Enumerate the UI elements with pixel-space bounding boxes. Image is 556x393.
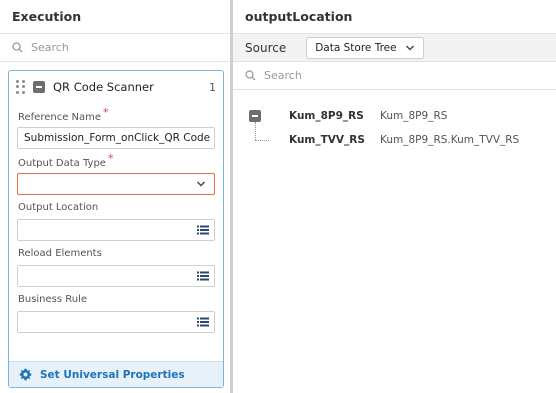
collapse-icon[interactable] [249, 110, 261, 122]
search-placeholder: Search [264, 69, 302, 82]
reference-name-input[interactable]: Submission_Form_onClick_QR Code [17, 127, 215, 149]
search-placeholder: Search [31, 41, 69, 54]
required-marker: * [103, 106, 109, 119]
reload-elements-label: Reload Elements [18, 248, 102, 259]
output-location-panel: outputLocation Source Data Store Tree Se… [233, 0, 556, 393]
execution-search[interactable]: Search [0, 34, 230, 62]
panel-title: outputLocation [233, 0, 556, 34]
tree-node[interactable]: Kum_TVV_RS Kum_8P9_RS.Kum_TVV_RS [233, 128, 556, 152]
business-rule-input[interactable] [17, 311, 215, 333]
required-marker: * [107, 152, 114, 165]
search-icon [12, 42, 23, 53]
set-universal-properties-button[interactable]: Set Universal Properties [9, 361, 223, 387]
tree-search[interactable]: Search [233, 62, 556, 90]
collapse-icon[interactable] [33, 81, 45, 93]
chevron-down-icon [405, 45, 414, 50]
reference-name-label: Reference Name * [18, 106, 109, 123]
drag-handle-icon[interactable] [16, 80, 26, 94]
tree-node-path: Kum_8P9_RS [380, 110, 448, 122]
output-location-input[interactable] [17, 219, 215, 241]
source-label: Source [245, 40, 287, 55]
list-icon [197, 317, 209, 327]
tree-node[interactable]: Kum_8P9_RS Kum_8P9_RS [233, 104, 556, 128]
list-icon [197, 271, 209, 281]
source-select[interactable]: Data Store Tree [306, 36, 424, 59]
output-location-label: Output Location [18, 202, 99, 213]
execution-panel: Execution Search QR Code Scanner 1 Refer… [0, 0, 230, 393]
card-header: QR Code Scanner 1 [9, 71, 223, 103]
output-data-type-select[interactable] [17, 173, 215, 195]
tree-node-name[interactable]: Kum_8P9_RS [289, 110, 364, 122]
tree-node-path: Kum_8P9_RS.Kum_TVV_RS [380, 134, 520, 146]
footer-label: Set Universal Properties [40, 368, 185, 381]
reload-elements-picker-button[interactable] [192, 266, 214, 286]
output-data-type-label: Output Data Type * [18, 152, 114, 169]
business-rule-label: Business Rule [18, 294, 88, 305]
reload-elements-input[interactable] [17, 265, 215, 287]
chevron-down-icon [197, 181, 205, 187]
data-store-tree: Kum_8P9_RS Kum_8P9_RS Kum_TVV_RS Kum_8P9… [233, 104, 556, 152]
search-icon [245, 70, 256, 81]
list-icon [197, 225, 209, 235]
tree-node-name[interactable]: Kum_TVV_RS [289, 134, 365, 146]
qr-code-scanner-card[interactable]: QR Code Scanner 1 Reference Name * Submis… [8, 70, 224, 388]
source-value: Data Store Tree [315, 41, 397, 54]
gear-icon [19, 368, 32, 381]
panel-title: Execution [0, 0, 230, 34]
business-rule-picker-button[interactable] [192, 312, 214, 332]
source-row: Source Data Store Tree [233, 34, 556, 62]
output-location-picker-button[interactable] [192, 220, 214, 240]
card-count: 1 [209, 80, 216, 94]
card-title: QR Code Scanner [53, 80, 154, 94]
